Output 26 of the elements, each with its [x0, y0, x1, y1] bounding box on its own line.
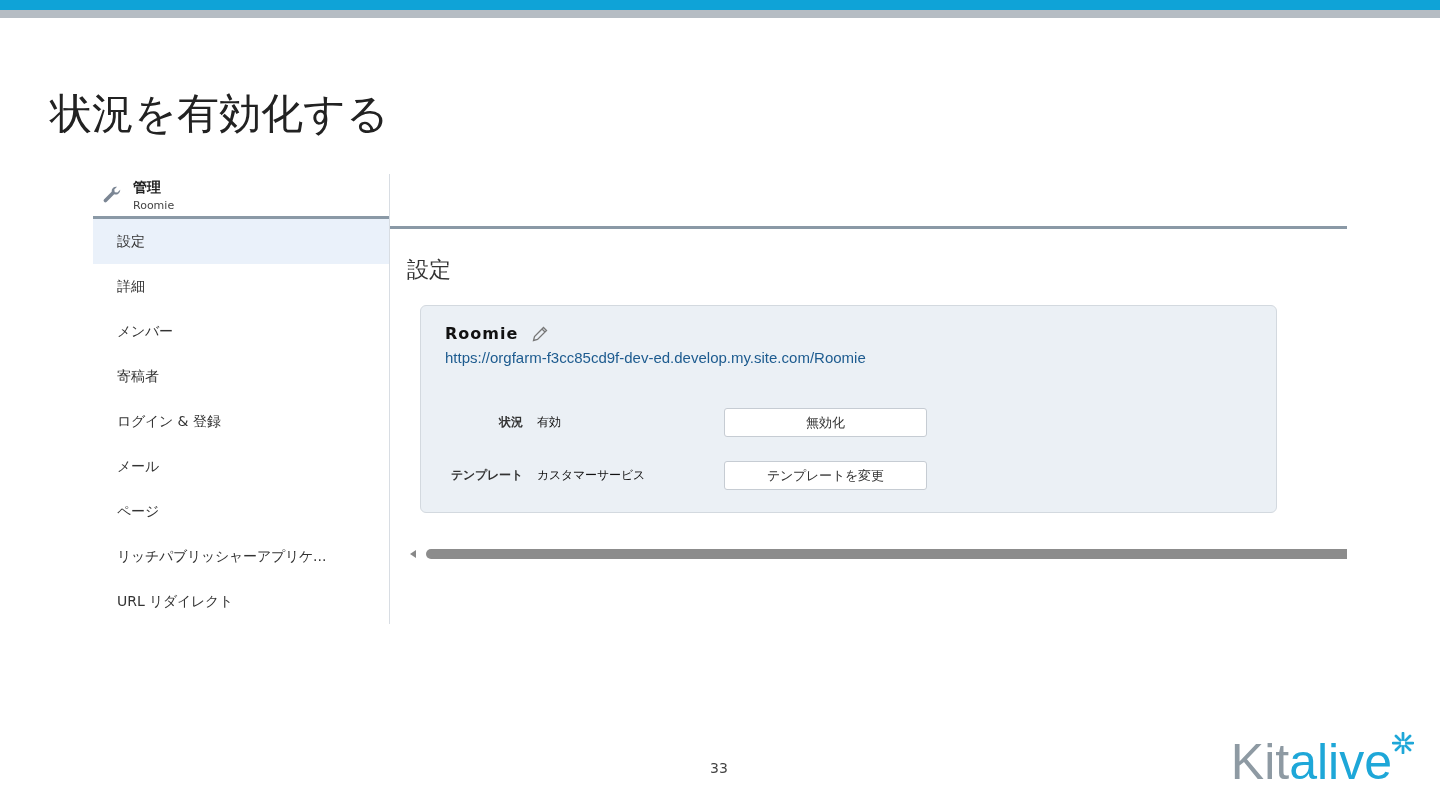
sidebar-item[interactable]: 寄稿者: [93, 354, 389, 399]
page-number: 33: [710, 760, 728, 776]
scroll-left-icon[interactable]: [410, 550, 416, 558]
scrollbar-thumb[interactable]: [426, 549, 1347, 559]
admin-title: 管理: [133, 178, 162, 197]
sidebar-item[interactable]: ログイン & 登録: [93, 399, 389, 444]
sidebar-item[interactable]: メンバー: [93, 309, 389, 354]
field-value: 有効: [537, 414, 562, 431]
sidebar-item[interactable]: ページ: [93, 489, 389, 534]
field-label: テンプレート: [450, 467, 524, 484]
action-button[interactable]: テンプレートを変更: [724, 461, 927, 490]
sidebar-item[interactable]: リッチパブリッシャーアプリケ...: [93, 534, 389, 579]
sidebar-item[interactable]: 詳細: [93, 264, 389, 309]
site-url-link[interactable]: https://orgfarm-f3cc85cd9f-dev-ed.develop.my.site.com/Roomie: [445, 349, 1252, 366]
pencil-icon[interactable]: [532, 325, 549, 342]
admin-subtitle: Roomie: [133, 198, 175, 212]
site-name: Roomie: [445, 324, 519, 343]
sidebar-item[interactable]: メール: [93, 444, 389, 489]
action-button[interactable]: 無効化: [724, 408, 927, 437]
section-heading: 設定: [407, 256, 452, 284]
sidebar-item[interactable]: 設定: [93, 219, 389, 264]
logo: Kitalive: [1230, 728, 1414, 792]
sidebar-item[interactable]: URL リダイレクト: [93, 579, 389, 624]
slide-title: 状況を有効化する: [50, 88, 390, 140]
field-label: 状況: [497, 414, 524, 431]
field-value: カスタマーサービス: [537, 467, 646, 484]
